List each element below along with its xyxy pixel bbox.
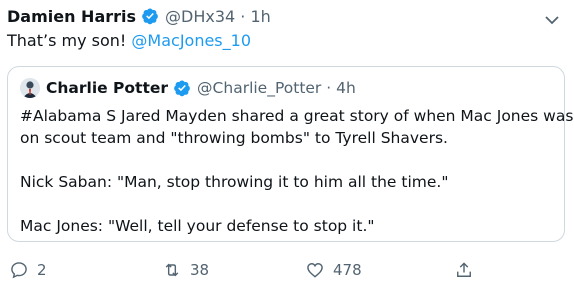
quoted-tweet-card[interactable]: Charlie Potter @Charlie_Potter · 4h #Ala… (7, 66, 573, 242)
quoted-author-handle-time[interactable]: @Charlie_Potter · 4h (197, 79, 356, 97)
like-button[interactable]: 478 (305, 258, 362, 282)
quoted-line-3: Nick Saban: "Man, stop throwing it to hi… (20, 173, 449, 191)
quoted-paragraph-3: Mac Jones: "Well, tell your defense to s… (20, 215, 555, 237)
tweet-actions-bar: 2 38 478 (7, 258, 567, 282)
retweet-count: 38 (190, 261, 210, 279)
quoted-line-2: on scout team and "throwing bombs" to Ty… (20, 129, 448, 147)
avatar[interactable] (20, 78, 40, 98)
reply-bubble-icon (11, 262, 27, 279)
quoted-author-name[interactable]: Charlie Potter (46, 79, 168, 97)
quoted-line-4: Mac Jones: "Well, tell your defense to s… (20, 217, 375, 235)
verified-badge-icon (173, 79, 191, 97)
mention-link[interactable]: @MacJones_10 (131, 31, 251, 50)
retweet-button[interactable]: 38 (162, 258, 209, 282)
quoted-paragraph-1: #Alabama S Jared Mayden shared a great s… (20, 105, 573, 149)
author-handle-time[interactable]: @DHx34 · 1h (165, 7, 271, 26)
heart-icon (307, 263, 323, 278)
share-button[interactable] (454, 258, 474, 282)
reply-button[interactable]: 2 (9, 258, 47, 282)
quoted-tweet-text: #Alabama S Jared Mayden shared a great s… (20, 105, 573, 237)
quoted-paragraph-2: Nick Saban: "Man, stop throwing it to hi… (20, 171, 555, 193)
tweet-text: That’s my son! @MacJones_10 (7, 31, 251, 50)
verified-badge-icon (141, 7, 159, 25)
tweet-header: Damien Harris @DHx34 · 1h (7, 4, 271, 28)
retweet-icon (165, 263, 179, 277)
author-name[interactable]: Damien Harris (7, 7, 136, 26)
tweet-text-body: That’s my son! (7, 31, 132, 50)
quoted-tweet-header: Charlie Potter @Charlie_Potter · 4h (20, 77, 356, 99)
quoted-line-1: #Alabama S Jared Mayden shared a great s… (20, 107, 574, 125)
reply-count: 2 (37, 261, 47, 279)
more-options-chevron-down-icon[interactable] (545, 10, 559, 25)
share-upload-icon (457, 262, 471, 277)
like-count: 478 (333, 261, 362, 279)
